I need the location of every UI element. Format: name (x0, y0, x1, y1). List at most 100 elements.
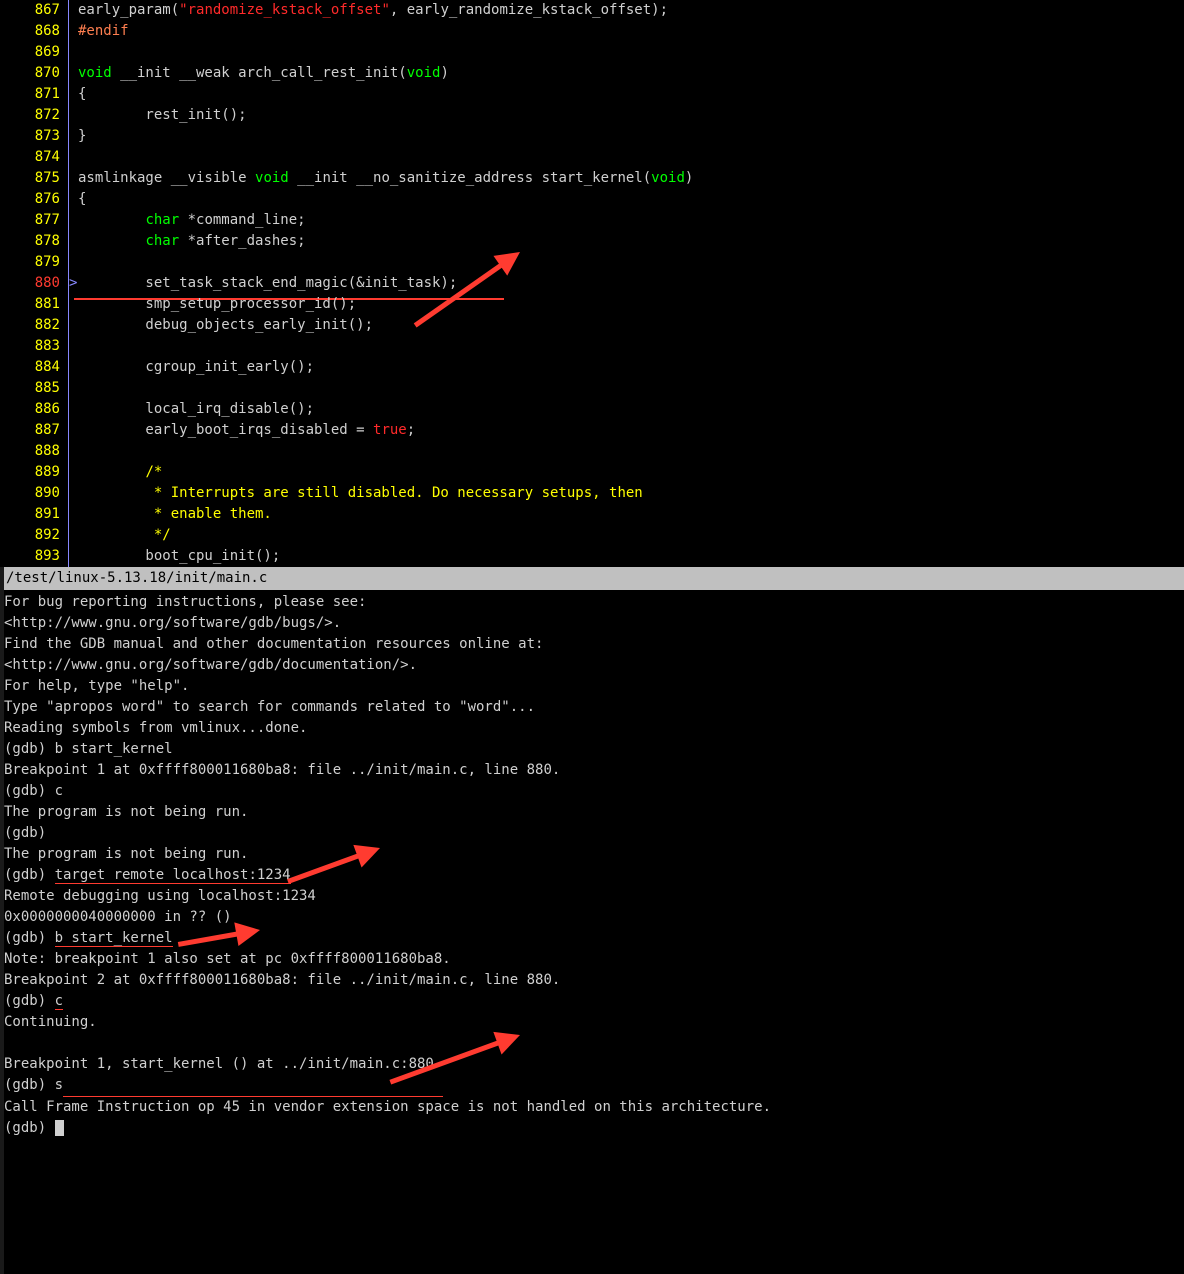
code-line[interactable]: 880> set_task_stack_end_magic(&init_task… (0, 273, 1184, 294)
code-line[interactable]: 889 /* (0, 462, 1184, 483)
code-token: { (78, 191, 86, 207)
terminal-cursor (55, 1120, 64, 1136)
code-line[interactable]: 885 (0, 378, 1184, 399)
line-number: 867 (0, 0, 68, 21)
code-line[interactable]: 873 } (0, 126, 1184, 147)
gdb-terminal[interactable]: For bug reporting instructions, please s… (0, 590, 1184, 1147)
code-line[interactable]: 891 * enable them. (0, 504, 1184, 525)
terminal-line: Continuing. (4, 1012, 1180, 1033)
terminal-line: (gdb) c (4, 991, 1180, 1012)
code-token: } (78, 128, 86, 144)
terminal-line: (gdb) (4, 823, 1180, 844)
terminal-line: (gdb) target remote localhost:1234 (4, 865, 1180, 886)
gutter-separator (68, 21, 78, 42)
line-number: 889 (0, 462, 68, 483)
terminal-line: <http://www.gnu.org/software/gdb/bugs/>. (4, 613, 1180, 634)
line-number: 892 (0, 525, 68, 546)
code-line[interactable]: 871 { (0, 84, 1184, 105)
code-token: rest_init(); (78, 107, 247, 123)
code-line[interactable]: 881 smp_setup_processor_id(); (0, 294, 1184, 315)
code-line[interactable]: 890 * Interrupts are still disabled. Do … (0, 483, 1184, 504)
code-line[interactable]: 872 rest_init(); (0, 105, 1184, 126)
annotated-command: target remote localhost:1234 (55, 867, 291, 884)
code-line[interactable]: 879 (0, 252, 1184, 273)
code-token: char (145, 233, 179, 249)
terminal-line: Breakpoint 2 at 0xffff800011680ba8: file… (4, 970, 1180, 991)
line-number: 890 (0, 483, 68, 504)
code-line[interactable]: 875 asmlinkage __visible void __init __n… (0, 168, 1184, 189)
code-editor[interactable]: 867 early_param("randomize_kstack_offset… (0, 0, 1184, 567)
line-number: 887 (0, 420, 68, 441)
code-line[interactable]: 882 debug_objects_early_init(); (0, 315, 1184, 336)
terminal-line: (gdb) (4, 1118, 1180, 1139)
code-token: local_irq_disable(); (78, 401, 314, 417)
line-number: 893 (0, 546, 68, 567)
code-token: early_boot_irqs_disabled = (78, 422, 373, 438)
code-token: , early_randomize_kstack_offset); (390, 2, 668, 18)
line-number: 873 (0, 126, 68, 147)
code-token: set_task_stack_end_magic(&init_task); (78, 275, 457, 291)
code-token: void (255, 170, 289, 186)
code-token: smp_setup_processor_id(); (78, 296, 356, 312)
line-number: 888 (0, 441, 68, 462)
gutter-separator (68, 63, 78, 84)
gutter-separator (68, 315, 78, 336)
gutter-separator (68, 210, 78, 231)
gutter-separator (68, 378, 78, 399)
line-number: 883 (0, 336, 68, 357)
gutter-separator (68, 126, 78, 147)
code-token: * enable them. (78, 506, 272, 522)
line-number: 878 (0, 231, 68, 252)
line-number: 881 (0, 294, 68, 315)
terminal-line: Find the GDB manual and other documentat… (4, 634, 1180, 655)
code-token: { (78, 86, 86, 102)
code-line[interactable]: 867 early_param("randomize_kstack_offset… (0, 0, 1184, 21)
line-number: 872 (0, 105, 68, 126)
line-number: 877 (0, 210, 68, 231)
terminal-line: (gdb) c (4, 781, 1180, 802)
code-line[interactable]: 877 char *command_line; (0, 210, 1184, 231)
terminal-line: (gdb) s (4, 1075, 1180, 1097)
gutter-separator: > (68, 273, 78, 294)
line-number: 868 (0, 21, 68, 42)
terminal-line (4, 1033, 1180, 1054)
terminal-line: (gdb) b start_kernel (4, 928, 1180, 949)
code-token: /* (145, 464, 162, 480)
gutter-separator (68, 294, 78, 315)
code-token: ) (440, 65, 448, 81)
code-line[interactable]: 893 boot_cpu_init(); (0, 546, 1184, 567)
code-line[interactable]: 884 cgroup_init_early(); (0, 357, 1184, 378)
code-line[interactable]: 883 (0, 336, 1184, 357)
line-number: 870 (0, 63, 68, 84)
terminal-line: Remote debugging using localhost:1234 (4, 886, 1180, 907)
code-line[interactable]: 892 */ (0, 525, 1184, 546)
gutter-separator (68, 42, 78, 63)
gutter-separator (68, 0, 78, 21)
gutter-separator (68, 546, 78, 567)
code-line[interactable]: 888 (0, 441, 1184, 462)
gutter-separator (68, 441, 78, 462)
code-line[interactable]: 874 (0, 147, 1184, 168)
code-line[interactable]: 870 void __init __weak arch_call_rest_in… (0, 63, 1184, 84)
code-line[interactable]: 878 char *after_dashes; (0, 231, 1184, 252)
line-number: 874 (0, 147, 68, 168)
terminal-line: The program is not being run. (4, 802, 1180, 823)
code-line[interactable]: 886 local_irq_disable(); (0, 399, 1184, 420)
gutter-separator (68, 189, 78, 210)
gutter-separator (68, 231, 78, 252)
annotated-command (63, 1075, 443, 1097)
code-line[interactable]: 876 { (0, 189, 1184, 210)
code-token: debug_objects_early_init(); (78, 317, 373, 333)
line-number: 885 (0, 378, 68, 399)
terminal-line: Note: breakpoint 1 also set at pc 0xffff… (4, 949, 1180, 970)
code-line[interactable]: 887 early_boot_irqs_disabled = true; (0, 420, 1184, 441)
code-token: early_param( (78, 2, 179, 18)
code-token (78, 212, 145, 228)
code-token: void (651, 170, 685, 186)
code-line[interactable]: 869 (0, 42, 1184, 63)
gutter-separator (68, 399, 78, 420)
terminal-line: Breakpoint 1 at 0xffff800011680ba8: file… (4, 760, 1180, 781)
code-line[interactable]: 868 #endif (0, 21, 1184, 42)
code-token: ; (407, 422, 415, 438)
line-number: 876 (0, 189, 68, 210)
